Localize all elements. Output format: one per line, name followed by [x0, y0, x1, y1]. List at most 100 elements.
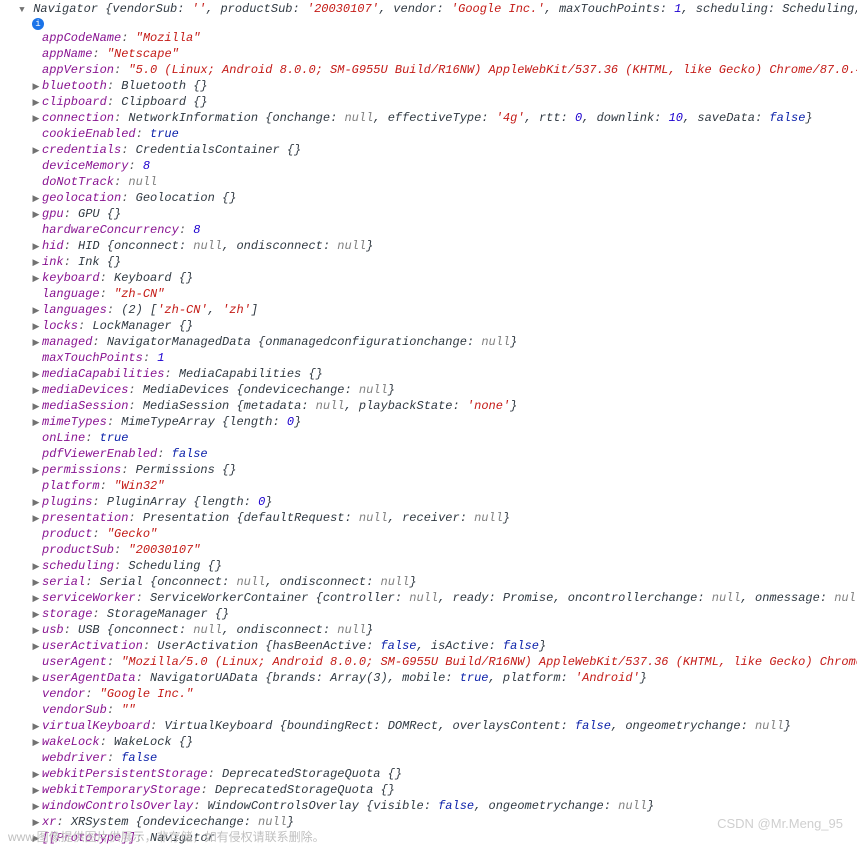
property-key: mimeTypes: [42, 415, 107, 429]
expand-caret-icon[interactable]: [32, 718, 40, 735]
expand-caret-icon[interactable]: [32, 334, 40, 351]
property-value: 1: [157, 351, 164, 365]
expand-caret-icon[interactable]: [32, 94, 40, 111]
property-row[interactable]: keyboard: Keyboard {}: [44, 270, 853, 286]
property-row[interactable]: mimeTypes: MimeTypeArray {length: 0}: [44, 414, 853, 430]
property-row[interactable]: credentials: CredentialsContainer {}: [44, 142, 853, 158]
property-row[interactable]: platform: "Win32": [44, 478, 853, 494]
expand-caret-icon[interactable]: [32, 510, 40, 527]
expand-caret-icon[interactable]: [32, 638, 40, 655]
property-row[interactable]: gpu: GPU {}: [44, 206, 853, 222]
property-row[interactable]: geolocation: Geolocation {}: [44, 190, 853, 206]
property-row[interactable]: mediaCapabilities: MediaCapabilities {}: [44, 366, 853, 382]
property-row[interactable]: clipboard: Clipboard {}: [44, 94, 853, 110]
expand-caret-icon[interactable]: [32, 270, 40, 287]
property-row[interactable]: mediaDevices: MediaDevices {ondevicechan…: [44, 382, 853, 398]
property-value: Ink {}: [78, 255, 121, 269]
expand-caret-icon[interactable]: [32, 382, 40, 399]
property-value: }: [784, 719, 791, 733]
property-row[interactable]: webkitTemporaryStorage: DeprecatedStorag…: [44, 782, 853, 798]
expand-caret-icon[interactable]: [32, 302, 40, 319]
property-row[interactable]: permissions: Permissions {}: [44, 462, 853, 478]
expand-caret-icon[interactable]: [32, 606, 40, 623]
property-row[interactable]: onLine: true: [44, 430, 853, 446]
property-row[interactable]: deviceMemory: 8: [44, 158, 853, 174]
property-value: "": [121, 703, 135, 717]
expand-caret-icon[interactable]: [32, 190, 40, 207]
property-row[interactable]: cookieEnabled: true: [44, 126, 853, 142]
property-row[interactable]: userActivation: UserActivation {hasBeenA…: [44, 638, 853, 654]
property-row[interactable]: languages: (2) ['zh-CN', 'zh']: [44, 302, 853, 318]
property-row[interactable]: connection: NetworkInformation {onchange…: [44, 110, 853, 126]
property-row[interactable]: virtualKeyboard: VirtualKeyboard {boundi…: [44, 718, 853, 734]
property-key: locks: [42, 319, 78, 333]
expand-caret-icon[interactable]: [32, 366, 40, 383]
expand-caret-icon[interactable]: [32, 462, 40, 479]
property-row[interactable]: plugins: PluginArray {length: 0}: [44, 494, 853, 510]
property-value: receiver:: [402, 511, 474, 525]
property-row[interactable]: windowControlsOverlay: WindowControlsOve…: [44, 798, 853, 814]
property-value: XRSystem {: [71, 815, 143, 829]
expand-caret-icon[interactable]: [32, 798, 40, 815]
property-value: false: [380, 639, 416, 653]
property-value: null: [755, 719, 784, 733]
expand-caret-icon[interactable]: [32, 734, 40, 751]
property-row[interactable]: wakeLock: WakeLock {}: [44, 734, 853, 750]
expand-caret-down-icon[interactable]: [18, 2, 26, 16]
expand-caret-icon[interactable]: [32, 590, 40, 607]
property-row[interactable]: usb: USB {onconnect: null, ondisconnect:…: [44, 622, 853, 638]
property-row[interactable]: appCodeName: "Mozilla": [44, 30, 853, 46]
property-row[interactable]: language: "zh-CN": [44, 286, 853, 302]
expand-caret-icon[interactable]: [32, 254, 40, 271]
property-value: 8: [193, 223, 200, 237]
expand-caret-icon[interactable]: [32, 494, 40, 511]
property-row[interactable]: productSub: "20030107": [44, 542, 853, 558]
property-row[interactable]: vendor: "Google Inc.": [44, 686, 853, 702]
expand-caret-icon[interactable]: [32, 670, 40, 687]
property-row[interactable]: maxTouchPoints: 1: [44, 350, 853, 366]
expand-caret-icon[interactable]: [32, 414, 40, 431]
expand-caret-icon[interactable]: [32, 782, 40, 799]
property-row[interactable]: hardwareConcurrency: 8: [44, 222, 853, 238]
property-row[interactable]: hid: HID {onconnect: null, ondisconnect:…: [44, 238, 853, 254]
expand-caret-icon[interactable]: [32, 110, 40, 127]
property-row[interactable]: appName: "Netscape": [44, 46, 853, 62]
property-row[interactable]: locks: LockManager {}: [44, 318, 853, 334]
expand-caret-icon[interactable]: [32, 766, 40, 783]
property-row[interactable]: webkitPersistentStorage: DeprecatedStora…: [44, 766, 853, 782]
property-row[interactable]: mediaSession: MediaSession {metadata: nu…: [44, 398, 853, 414]
expand-caret-icon[interactable]: [32, 206, 40, 223]
property-row[interactable]: product: "Gecko": [44, 526, 853, 542]
property-row[interactable]: managed: NavigatorManagedData {onmanaged…: [44, 334, 853, 350]
property-row[interactable]: ink: Ink {}: [44, 254, 853, 270]
property-row[interactable]: vendorSub: "": [44, 702, 853, 718]
property-key: permissions: [42, 463, 121, 477]
property-row[interactable]: doNotTrack: null: [44, 174, 853, 190]
property-row[interactable]: userAgent: "Mozilla/5.0 (Linux; Android …: [44, 654, 853, 670]
property-row[interactable]: pdfViewerEnabled: false: [44, 446, 853, 462]
property-row[interactable]: scheduling: Scheduling {}: [44, 558, 853, 574]
property-row[interactable]: webdriver: false: [44, 750, 853, 766]
info-icon[interactable]: i: [32, 18, 44, 30]
property-row[interactable]: presentation: Presentation {defaultReque…: [44, 510, 853, 526]
property-row[interactable]: bluetooth: Bluetooth {}: [44, 78, 853, 94]
expand-caret-icon[interactable]: [32, 238, 40, 255]
property-row[interactable]: appVersion: "5.0 (Linux; Android 8.0.0; …: [44, 62, 853, 78]
property-value: (2) [: [121, 303, 157, 317]
property-row[interactable]: userAgentData: NavigatorUAData {brands: …: [44, 670, 853, 686]
property-value: false: [503, 639, 539, 653]
expand-caret-icon[interactable]: [32, 574, 40, 591]
property-row[interactable]: storage: StorageManager {}: [44, 606, 853, 622]
expand-caret-icon[interactable]: [32, 622, 40, 639]
expand-caret-icon[interactable]: [32, 142, 40, 159]
object-header[interactable]: Navigator {vendorSub: '', productSub: '2…: [4, 2, 853, 16]
property-row[interactable]: serviceWorker: ServiceWorkerContainer {c…: [44, 590, 853, 606]
expand-caret-icon[interactable]: [32, 318, 40, 335]
property-value: '4g': [496, 111, 525, 125]
expand-caret-icon[interactable]: [32, 558, 40, 575]
property-row[interactable]: serial: Serial {onconnect: null, ondisco…: [44, 574, 853, 590]
property-key: appName: [42, 47, 92, 61]
property-key: geolocation: [42, 191, 121, 205]
expand-caret-icon[interactable]: [32, 398, 40, 415]
expand-caret-icon[interactable]: [32, 78, 40, 95]
